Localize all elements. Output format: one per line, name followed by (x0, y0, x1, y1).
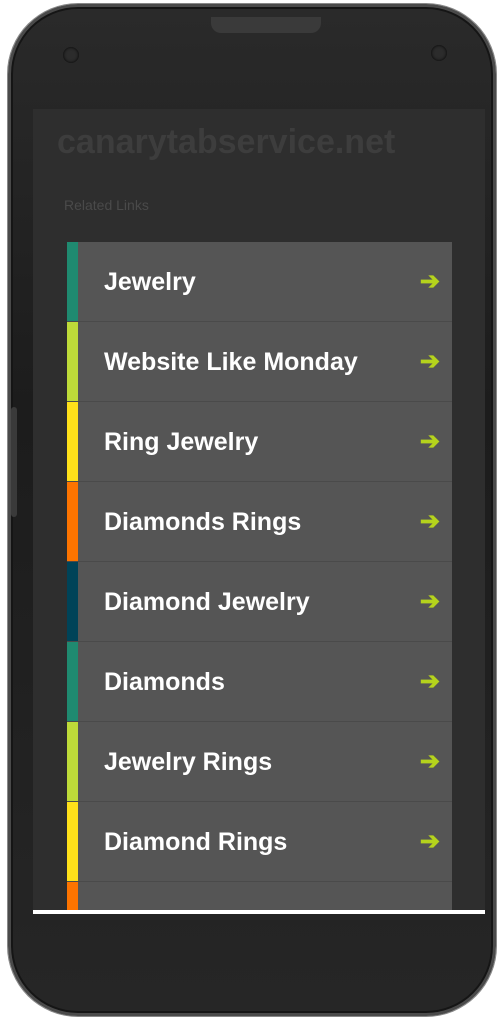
accent-stripe (67, 402, 78, 481)
link-label: Ring Jewelry (104, 428, 259, 456)
right-arrow-icon: ➔ (419, 588, 440, 615)
link-label: Website Like Monday (104, 348, 358, 376)
speaker-grille (211, 17, 321, 33)
site-title: canarytabservice.net (57, 123, 396, 161)
volume-button (11, 407, 17, 517)
accent-stripe (67, 802, 78, 881)
screen: canarytabservice.net Related Links Jewel… (33, 109, 485, 913)
accent-stripe (67, 642, 78, 721)
link-item[interactable] (67, 882, 452, 913)
right-arrow-icon: ➔ (419, 348, 440, 375)
right-arrow-icon: ➔ (419, 828, 440, 855)
link-item[interactable]: Website Like Monday ➔ (67, 322, 452, 402)
link-item[interactable]: Diamonds ➔ (67, 642, 452, 722)
link-item[interactable]: Ring Jewelry ➔ (67, 402, 452, 482)
related-links-label: Related Links (64, 197, 149, 213)
screen-bottom-edge (33, 910, 485, 914)
link-item[interactable]: Diamonds Rings ➔ (67, 482, 452, 562)
link-item[interactable]: Diamond Jewelry ➔ (67, 562, 452, 642)
link-item[interactable]: Jewelry Rings ➔ (67, 722, 452, 802)
link-item[interactable]: Jewelry ➔ (67, 242, 452, 322)
related-links-list: Jewelry ➔ Website Like Monday ➔ Ring Jew… (67, 242, 452, 913)
right-arrow-icon: ➔ (419, 268, 440, 295)
front-camera (431, 45, 447, 61)
link-label: Diamond Jewelry (104, 588, 310, 616)
link-label: Jewelry Rings (104, 748, 273, 776)
accent-stripe (67, 562, 78, 641)
right-arrow-icon: ➔ (419, 508, 440, 535)
link-label: Diamond Rings (104, 828, 288, 856)
link-label: Jewelry (104, 268, 196, 296)
accent-stripe (67, 882, 78, 913)
right-arrow-icon: ➔ (419, 668, 440, 695)
link-label: Diamonds (104, 668, 225, 696)
accent-stripe (67, 722, 78, 801)
accent-stripe (67, 482, 78, 561)
link-item[interactable]: Diamond Rings ➔ (67, 802, 452, 882)
link-label: Diamonds Rings (104, 508, 302, 536)
accent-stripe (67, 242, 78, 321)
right-arrow-icon: ➔ (419, 748, 440, 775)
sensor-dot (63, 47, 79, 63)
accent-stripe (67, 322, 78, 401)
right-arrow-icon: ➔ (419, 428, 440, 455)
